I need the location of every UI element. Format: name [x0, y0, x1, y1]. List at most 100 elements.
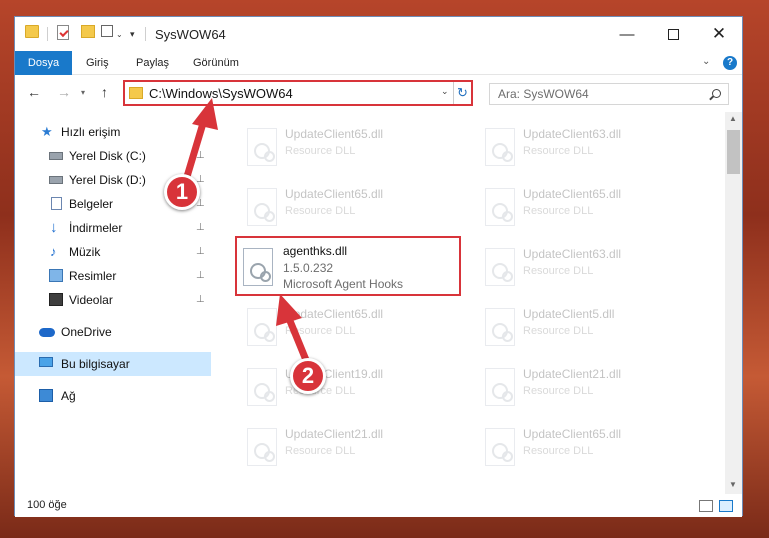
view-icon[interactable]	[101, 25, 113, 37]
downloads-icon: ↓	[50, 219, 58, 236]
file-name: UpdateClient21.dll	[523, 367, 622, 381]
refresh-button[interactable]: ↻	[453, 82, 471, 104]
file-item[interactable]: UpdateClient21.dll Resource DLL	[237, 418, 467, 474]
file-item[interactable]: UpdateClient5.dll Resource DLL	[475, 298, 705, 354]
file-item[interactable]: UpdateClient65.dll Resource DLL	[237, 298, 467, 354]
chevron-down-icon[interactable]: ⌄	[116, 25, 123, 43]
file-item[interactable]: UpdateClient63.dll Resource DLL	[475, 118, 705, 174]
search-input[interactable]: Ara: SysWOW64	[489, 83, 729, 105]
file-name: UpdateClient65.dll	[523, 427, 622, 441]
pin-icon: ⊥	[196, 294, 205, 305]
sidebar-item-label: Videolar	[69, 293, 113, 307]
videos-icon	[49, 293, 63, 306]
sidebar-item-label: Yerel Disk (D:)	[69, 173, 146, 187]
drive-icon	[49, 176, 63, 184]
file-name: UpdateClient21.dll	[285, 427, 384, 441]
file-item[interactable]: UpdateClient19.dll Resource DLL	[237, 358, 467, 414]
file-item[interactable]: UpdateClient65.dll Resource DLL	[475, 178, 705, 234]
dll-file-icon	[247, 308, 277, 346]
file-list: UpdateClient65.dll Resource DLL UpdateCl…	[213, 112, 725, 494]
vertical-scrollbar[interactable]: ▲ ▼	[725, 112, 742, 494]
sidebar-item-music[interactable]: ♪ Müzik ⊥	[15, 240, 211, 264]
tab-home[interactable]: Giriş	[86, 51, 109, 75]
file-name: UpdateClient65.dll	[523, 187, 622, 201]
file-description: Resource DLL	[285, 445, 356, 457]
ribbon-tabs: Dosya Giriş Paylaş Görünüm ⌄ ?	[15, 51, 742, 75]
sidebar-item-quick-access[interactable]: ★ Hızlı erişim	[15, 120, 211, 144]
pin-icon: ⊥	[196, 150, 205, 161]
sidebar-item-label: OneDrive	[61, 325, 112, 339]
close-button[interactable]: ✕	[696, 17, 742, 51]
sidebar-item-videos[interactable]: Videolar ⊥	[15, 288, 211, 312]
dll-file-icon	[485, 248, 515, 286]
sidebar-item-network[interactable]: Ağ	[15, 384, 211, 408]
properties-icon[interactable]	[57, 25, 69, 40]
dll-file-icon	[485, 188, 515, 226]
details-view-icon[interactable]	[699, 500, 713, 512]
navigation-pane: ★ Hızlı erişim Yerel Disk (C:) ⊥ Yerel D…	[15, 112, 211, 492]
sidebar-item-label: Yerel Disk (C:)	[69, 149, 146, 163]
onedrive-icon	[39, 328, 55, 337]
file-item[interactable]: UpdateClient21.dll Resource DLL	[475, 358, 705, 414]
address-path[interactable]: C:\Windows\SysWOW64	[149, 86, 293, 101]
dll-file-icon	[243, 248, 273, 286]
file-item[interactable]: UpdateClient63.dll Resource DLL	[475, 238, 705, 294]
sidebar-item-downloads[interactable]: ↓ İndirmeler ⊥	[15, 216, 211, 240]
item-count: 100 öğe	[27, 499, 67, 511]
file-name: UpdateClient63.dll	[523, 127, 622, 141]
up-button[interactable]: ↑	[101, 84, 108, 100]
file-description: Resource DLL	[523, 445, 594, 457]
file-description: Resource DLL	[523, 145, 594, 157]
help-icon[interactable]: ?	[723, 56, 737, 70]
network-icon	[39, 389, 53, 402]
file-explorer-window: ⌄ ▾ SysWOW64 — ✕ Dosya Giriş Paylaş Görü…	[14, 16, 743, 517]
expand-ribbon-icon[interactable]: ⌄	[702, 56, 710, 67]
sidebar-item-label: İndirmeler	[69, 221, 123, 235]
maximize-button[interactable]	[650, 17, 696, 51]
back-button[interactable]: ←	[27, 84, 41, 100]
toolbar-divider	[47, 27, 48, 41]
documents-icon	[51, 197, 62, 210]
file-name: UpdateClient5.dll	[523, 307, 615, 321]
scroll-down-icon[interactable]: ▼	[729, 480, 737, 489]
file-name: UpdateClient65.dll	[285, 187, 384, 201]
recent-locations-button[interactable]: ▾	[81, 88, 85, 97]
tab-view[interactable]: Görünüm	[193, 51, 239, 75]
file-description: Resource DLL	[523, 385, 594, 397]
file-description: Resource DLL	[523, 325, 594, 337]
address-bar[interactable]: C:\Windows\SysWOW64 ⌄ ↻	[123, 80, 473, 106]
step-1-badge: 1	[164, 174, 200, 210]
sidebar-item-local-disk-c[interactable]: Yerel Disk (C:) ⊥	[15, 144, 211, 168]
this-pc-icon	[39, 357, 53, 367]
sidebar-item-label: Ağ	[61, 389, 76, 403]
scrollbar-thumb[interactable]	[727, 130, 740, 174]
file-item[interactable]: UpdateClient65.dll Resource DLL	[475, 418, 705, 474]
file-item[interactable]: UpdateClient65.dll Resource DLL	[237, 118, 467, 174]
file-item[interactable]: UpdateClient65.dll Resource DLL	[237, 178, 467, 234]
folder-icon	[129, 87, 143, 99]
file-description: Resource DLL	[523, 205, 594, 217]
sidebar-item-pictures[interactable]: Resimler ⊥	[15, 264, 211, 288]
search-icon[interactable]	[712, 89, 721, 98]
music-icon: ♪	[50, 244, 57, 259]
chevron-down-icon[interactable]: ⌄	[441, 86, 449, 97]
status-bar: 100 öğe	[15, 495, 742, 517]
pin-icon: ⊥	[196, 270, 205, 281]
sidebar-item-onedrive[interactable]: OneDrive	[15, 320, 211, 344]
sidebar-item-this-pc[interactable]: Bu bilgisayar	[15, 352, 211, 376]
file-version: 1.5.0.232	[283, 261, 334, 275]
tab-share[interactable]: Paylaş	[136, 51, 169, 75]
file-item-agenthks[interactable]: agenthks.dll 1.5.0.232 Microsoft Agent H…	[235, 236, 461, 296]
dll-file-icon	[485, 428, 515, 466]
tab-file[interactable]: Dosya	[15, 51, 72, 75]
customize-toolbar-icon[interactable]: ▾	[130, 25, 135, 43]
scroll-up-icon[interactable]: ▲	[729, 114, 737, 123]
forward-button[interactable]: →	[57, 84, 71, 100]
new-folder-icon[interactable]	[81, 25, 95, 38]
drive-icon	[49, 152, 63, 160]
dll-file-icon	[247, 188, 277, 226]
large-icons-view-icon[interactable]	[719, 500, 733, 512]
dll-file-icon	[485, 308, 515, 346]
minimize-button[interactable]: —	[604, 17, 650, 51]
dll-file-icon	[485, 128, 515, 166]
